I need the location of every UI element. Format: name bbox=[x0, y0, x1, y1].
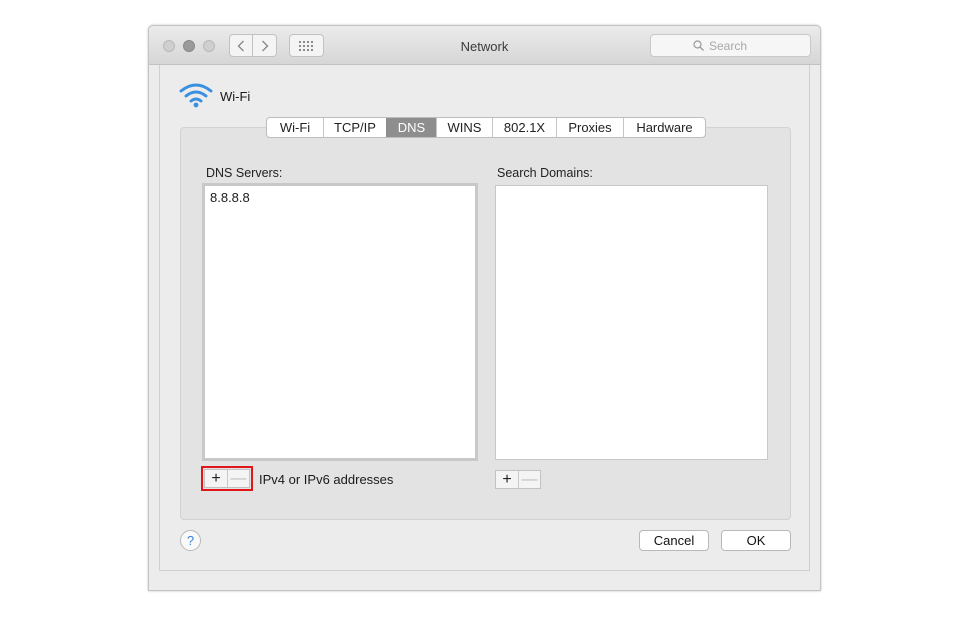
tab-8021x[interactable]: 802.1X bbox=[492, 118, 556, 137]
search-domains-label: Search Domains: bbox=[497, 166, 593, 180]
sheet-content: Wi-Fi Wi-Fi TCP/IP DNS WINS 802.1X Proxi… bbox=[159, 65, 810, 571]
search-icon bbox=[693, 40, 704, 51]
remove-dns-server-button[interactable]: — bbox=[227, 470, 249, 487]
ok-button[interactable]: OK bbox=[721, 530, 791, 551]
cancel-button[interactable]: Cancel bbox=[639, 530, 709, 551]
tab-hardware[interactable]: Hardware bbox=[623, 118, 705, 137]
dns-servers-label: DNS Servers: bbox=[206, 166, 283, 180]
search-domains-list[interactable] bbox=[495, 185, 768, 460]
wifi-icon bbox=[179, 83, 213, 108]
interface-name: Wi-Fi bbox=[220, 89, 251, 104]
help-button[interactable]: ? bbox=[180, 530, 201, 551]
tab-dns[interactable]: DNS bbox=[386, 118, 436, 137]
dns-hint: IPv4 or IPv6 addresses bbox=[259, 472, 394, 487]
tab-bar: Wi-Fi TCP/IP DNS WINS 802.1X Proxies Har… bbox=[266, 117, 706, 138]
tab-proxies[interactable]: Proxies bbox=[556, 118, 623, 137]
list-item[interactable]: 8.8.8.8 bbox=[210, 190, 250, 205]
search-field[interactable] bbox=[650, 34, 811, 57]
tab-wifi[interactable]: Wi-Fi bbox=[267, 118, 323, 137]
network-window: Network Wi-Fi Wi-Fi TCP/IP DNS WINS 802 bbox=[148, 25, 821, 591]
tab-wins[interactable]: WINS bbox=[436, 118, 492, 137]
add-search-domain-button[interactable]: + bbox=[496, 471, 518, 488]
add-dns-server-button[interactable]: + bbox=[205, 470, 227, 487]
domains-add-remove-control: + — bbox=[495, 470, 541, 489]
titlebar: Network bbox=[149, 26, 820, 65]
tab-tcpip[interactable]: TCP/IP bbox=[323, 118, 386, 137]
dns-add-remove-control: + — bbox=[201, 466, 253, 491]
dns-servers-list[interactable]: 8.8.8.8 bbox=[202, 183, 478, 461]
remove-search-domain-button[interactable]: — bbox=[518, 471, 540, 488]
search-input[interactable] bbox=[709, 38, 804, 54]
